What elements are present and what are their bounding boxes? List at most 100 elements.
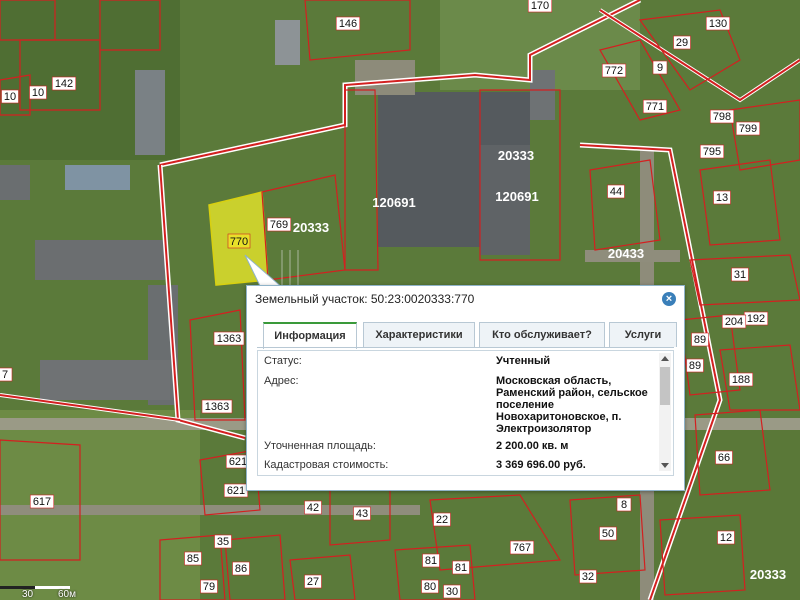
parcel-label-text: 66 bbox=[718, 452, 730, 464]
scale-left-label: 30 bbox=[22, 589, 34, 600]
field-area-value: 2 200.00 кв. м bbox=[496, 440, 569, 452]
parcel-label: 27 bbox=[304, 574, 322, 589]
close-icon[interactable]: × bbox=[662, 292, 676, 306]
field-area-label: Уточненная площадь: bbox=[264, 440, 376, 452]
scroll-down-icon[interactable] bbox=[661, 463, 669, 468]
parcel-label: 35 bbox=[214, 534, 232, 549]
parcel-label-text: 767 bbox=[513, 542, 531, 554]
parcel-label: 7 bbox=[0, 367, 13, 382]
parcel-label-text: 146 bbox=[339, 18, 357, 30]
parcel-label-text: 30 bbox=[446, 586, 458, 598]
parcel-label: 799 bbox=[735, 121, 761, 136]
parcel-label: 42 bbox=[304, 500, 322, 515]
parcel-label: 120691 bbox=[495, 189, 538, 204]
parcel-label: 86 bbox=[232, 561, 250, 576]
parcel-label-text: 50 bbox=[602, 528, 614, 540]
parcel-label: 22 bbox=[433, 512, 451, 527]
parcel-label: 192 bbox=[743, 311, 769, 326]
parcel-info-popup: Земельный участок: 50:23:0020333:770 × И… bbox=[246, 285, 685, 491]
parcel-label-text: 798 bbox=[713, 111, 731, 123]
parcel-label-text: 89 bbox=[694, 334, 706, 346]
field-address-label: Адрес: bbox=[264, 375, 299, 387]
parcel-label-text: 81 bbox=[455, 562, 467, 574]
scroll-thumb[interactable] bbox=[660, 367, 670, 405]
parcel-label-text: 769 bbox=[270, 219, 288, 231]
parcel-label: 10 bbox=[29, 85, 47, 100]
parcel-label-text: 9 bbox=[657, 62, 663, 74]
parcel-label-text: 43 bbox=[356, 508, 368, 520]
parcel-label-text: 20333 bbox=[293, 220, 329, 235]
parcel-label: 80 bbox=[421, 579, 439, 594]
parcel-label: 621 bbox=[223, 483, 249, 498]
parcel-label-text: 7 bbox=[2, 369, 8, 381]
parcel-label: 767 bbox=[509, 540, 535, 555]
parcel-label: 30 bbox=[443, 584, 461, 599]
parcel-label-text: 795 bbox=[703, 146, 721, 158]
parcel-label-text: 1363 bbox=[217, 333, 241, 345]
parcel-label-text: 20433 bbox=[608, 246, 644, 261]
parcel-label-text: 85 bbox=[187, 553, 199, 565]
field-cost-label: Кадастровая стоимость: bbox=[264, 459, 389, 471]
parcel-label: 89 bbox=[686, 358, 704, 373]
parcel-label-text: 772 bbox=[605, 65, 623, 77]
parcel-label: 44 bbox=[607, 184, 625, 199]
parcel-label-text: 79 bbox=[203, 581, 215, 593]
tab-services[interactable]: Услуги bbox=[609, 322, 677, 347]
parcel-label: 142 bbox=[51, 76, 77, 91]
parcel-label-text: 22 bbox=[436, 514, 448, 526]
parcel-label-text: 799 bbox=[739, 123, 757, 135]
parcel-label-text: 20333 bbox=[750, 567, 786, 582]
parcel-label-text: 771 bbox=[646, 101, 664, 113]
content-scrollbar[interactable] bbox=[659, 353, 671, 471]
parcel-label: 130 bbox=[705, 16, 731, 31]
tab-characteristics[interactable]: Характеристики bbox=[363, 322, 475, 347]
parcel-label-text: 42 bbox=[307, 502, 319, 514]
parcel-label: 89 bbox=[691, 332, 709, 347]
field-status-label: Статус: bbox=[264, 355, 302, 367]
parcel-label-text: 188 bbox=[732, 374, 750, 386]
parcel-label: 81 bbox=[422, 553, 440, 568]
parcel-label: 85 bbox=[184, 551, 202, 566]
parcel-label-text: 204 bbox=[725, 316, 743, 328]
parcel-label-text: 12 bbox=[720, 532, 732, 544]
parcel-label: 13 bbox=[713, 190, 731, 205]
parcel-label-text: 10 bbox=[32, 87, 44, 99]
parcel-label: 769 bbox=[266, 217, 292, 232]
parcel-label: 1363 bbox=[213, 331, 245, 346]
parcel-label-text: 35 bbox=[217, 536, 229, 548]
parcel-label-text: 130 bbox=[709, 18, 727, 30]
parcel-label: 120691 bbox=[372, 195, 415, 210]
popup-title: Земельный участок: 50:23:0020333:770 bbox=[255, 292, 475, 306]
parcel-label: 66 bbox=[715, 450, 733, 465]
parcel-label: 50 bbox=[599, 526, 617, 541]
svg-text:770: 770 bbox=[230, 236, 248, 248]
parcel-label-text: 1363 bbox=[205, 401, 229, 413]
parcel-label: 81 bbox=[452, 560, 470, 575]
parcel-label: 8 bbox=[616, 497, 632, 512]
field-status-value: Учтенный bbox=[496, 355, 551, 367]
parcel-label: 170 bbox=[527, 0, 553, 13]
parcel-label: 188 bbox=[728, 372, 754, 387]
highlight-plot-label: 770 bbox=[227, 233, 251, 249]
parcel-label-text: 89 bbox=[689, 360, 701, 372]
tab-who-serves[interactable]: Кто обслуживает? bbox=[479, 322, 605, 347]
parcel-label: 12 bbox=[717, 530, 735, 545]
scroll-up-icon[interactable] bbox=[661, 356, 669, 361]
parcel-label: 617 bbox=[29, 494, 55, 509]
parcel-label: 10 bbox=[1, 89, 19, 104]
parcel-label: 79 bbox=[200, 579, 218, 594]
parcel-label: 795 bbox=[699, 144, 725, 159]
parcel-label-text: 31 bbox=[734, 269, 746, 281]
parcel-label: 1363 bbox=[201, 399, 233, 414]
parcel-label: 20433 bbox=[608, 246, 644, 261]
scale-right-label: 60м bbox=[58, 589, 76, 600]
field-address-value: Московская область, Раменский район, сел… bbox=[496, 375, 648, 435]
tab-information[interactable]: Информация bbox=[263, 322, 357, 349]
parcel-label-text: 617 bbox=[33, 496, 51, 508]
parcel-label-text: 29 bbox=[676, 37, 688, 49]
parcel-label-text: 27 bbox=[307, 576, 319, 588]
parcel-label-text: 120691 bbox=[495, 189, 538, 204]
parcel-label: 20333 bbox=[750, 567, 786, 582]
parcel-label: 146 bbox=[335, 16, 361, 31]
parcel-label: 20333 bbox=[293, 220, 329, 235]
